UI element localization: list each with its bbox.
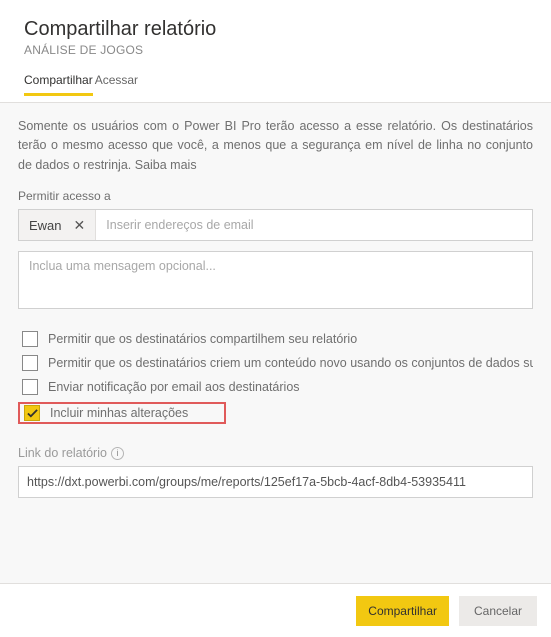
checkbox-include-changes[interactable]	[24, 405, 40, 421]
tab-access[interactable]: Acessar	[95, 69, 138, 96]
report-link-label-text: Link do relatório	[18, 446, 107, 460]
report-link-section: Link do relatório i	[18, 446, 533, 498]
report-link-field	[18, 466, 533, 498]
access-label: Permitir acesso a	[18, 189, 533, 203]
panel-body: Somente os usuários com o Power BI Pro t…	[0, 103, 551, 590]
access-description: Somente os usuários com o Power BI Pro t…	[18, 117, 533, 175]
cancel-button[interactable]: Cancelar	[459, 596, 537, 626]
checkbox-send-email[interactable]	[22, 379, 38, 395]
message-input[interactable]	[18, 251, 533, 309]
panel-header: Compartilhar relatório ANÁLISE DE JOGOS …	[0, 0, 551, 102]
option-allow-reshare-label: Permitir que os destinatários compartilh…	[48, 332, 357, 346]
tab-bar: Compartilhar Acessar	[24, 69, 527, 96]
option-allow-build-label: Permitir que os destinatários criem um c…	[48, 356, 533, 370]
option-include-changes[interactable]: Incluir minhas alterações	[18, 402, 226, 424]
panel-subtitle: ANÁLISE DE JOGOS	[24, 43, 527, 57]
recipient-input[interactable]	[96, 210, 532, 240]
report-link-label: Link do relatório i	[18, 446, 533, 460]
option-allow-build[interactable]: Permitir que os destinatários criem um c…	[18, 354, 533, 372]
panel-footer: Compartilhar Cancelar	[0, 583, 551, 637]
panel-title: Compartilhar relatório	[24, 18, 527, 41]
option-send-email-label: Enviar notificação por email aos destina…	[48, 380, 300, 394]
option-allow-reshare[interactable]: Permitir que os destinatários compartilh…	[18, 330, 533, 348]
recipient-field[interactable]: Ewan ✕	[18, 209, 533, 241]
report-link-input[interactable]	[19, 467, 532, 497]
checkbox-allow-build[interactable]	[22, 355, 38, 371]
share-report-panel: Compartilhar relatório ANÁLISE DE JOGOS …	[0, 0, 551, 637]
recipient-chip-name: Ewan	[29, 218, 62, 233]
option-include-changes-label: Incluir minhas alterações	[50, 406, 188, 420]
tab-share[interactable]: Compartilhar	[24, 69, 93, 96]
recipient-chip: Ewan ✕	[19, 210, 96, 240]
checkbox-allow-reshare[interactable]	[22, 331, 38, 347]
share-button[interactable]: Compartilhar	[356, 596, 449, 626]
info-icon: i	[111, 447, 124, 460]
option-send-email[interactable]: Enviar notificação por email aos destina…	[18, 378, 533, 396]
remove-chip-icon[interactable]: ✕	[70, 217, 90, 234]
